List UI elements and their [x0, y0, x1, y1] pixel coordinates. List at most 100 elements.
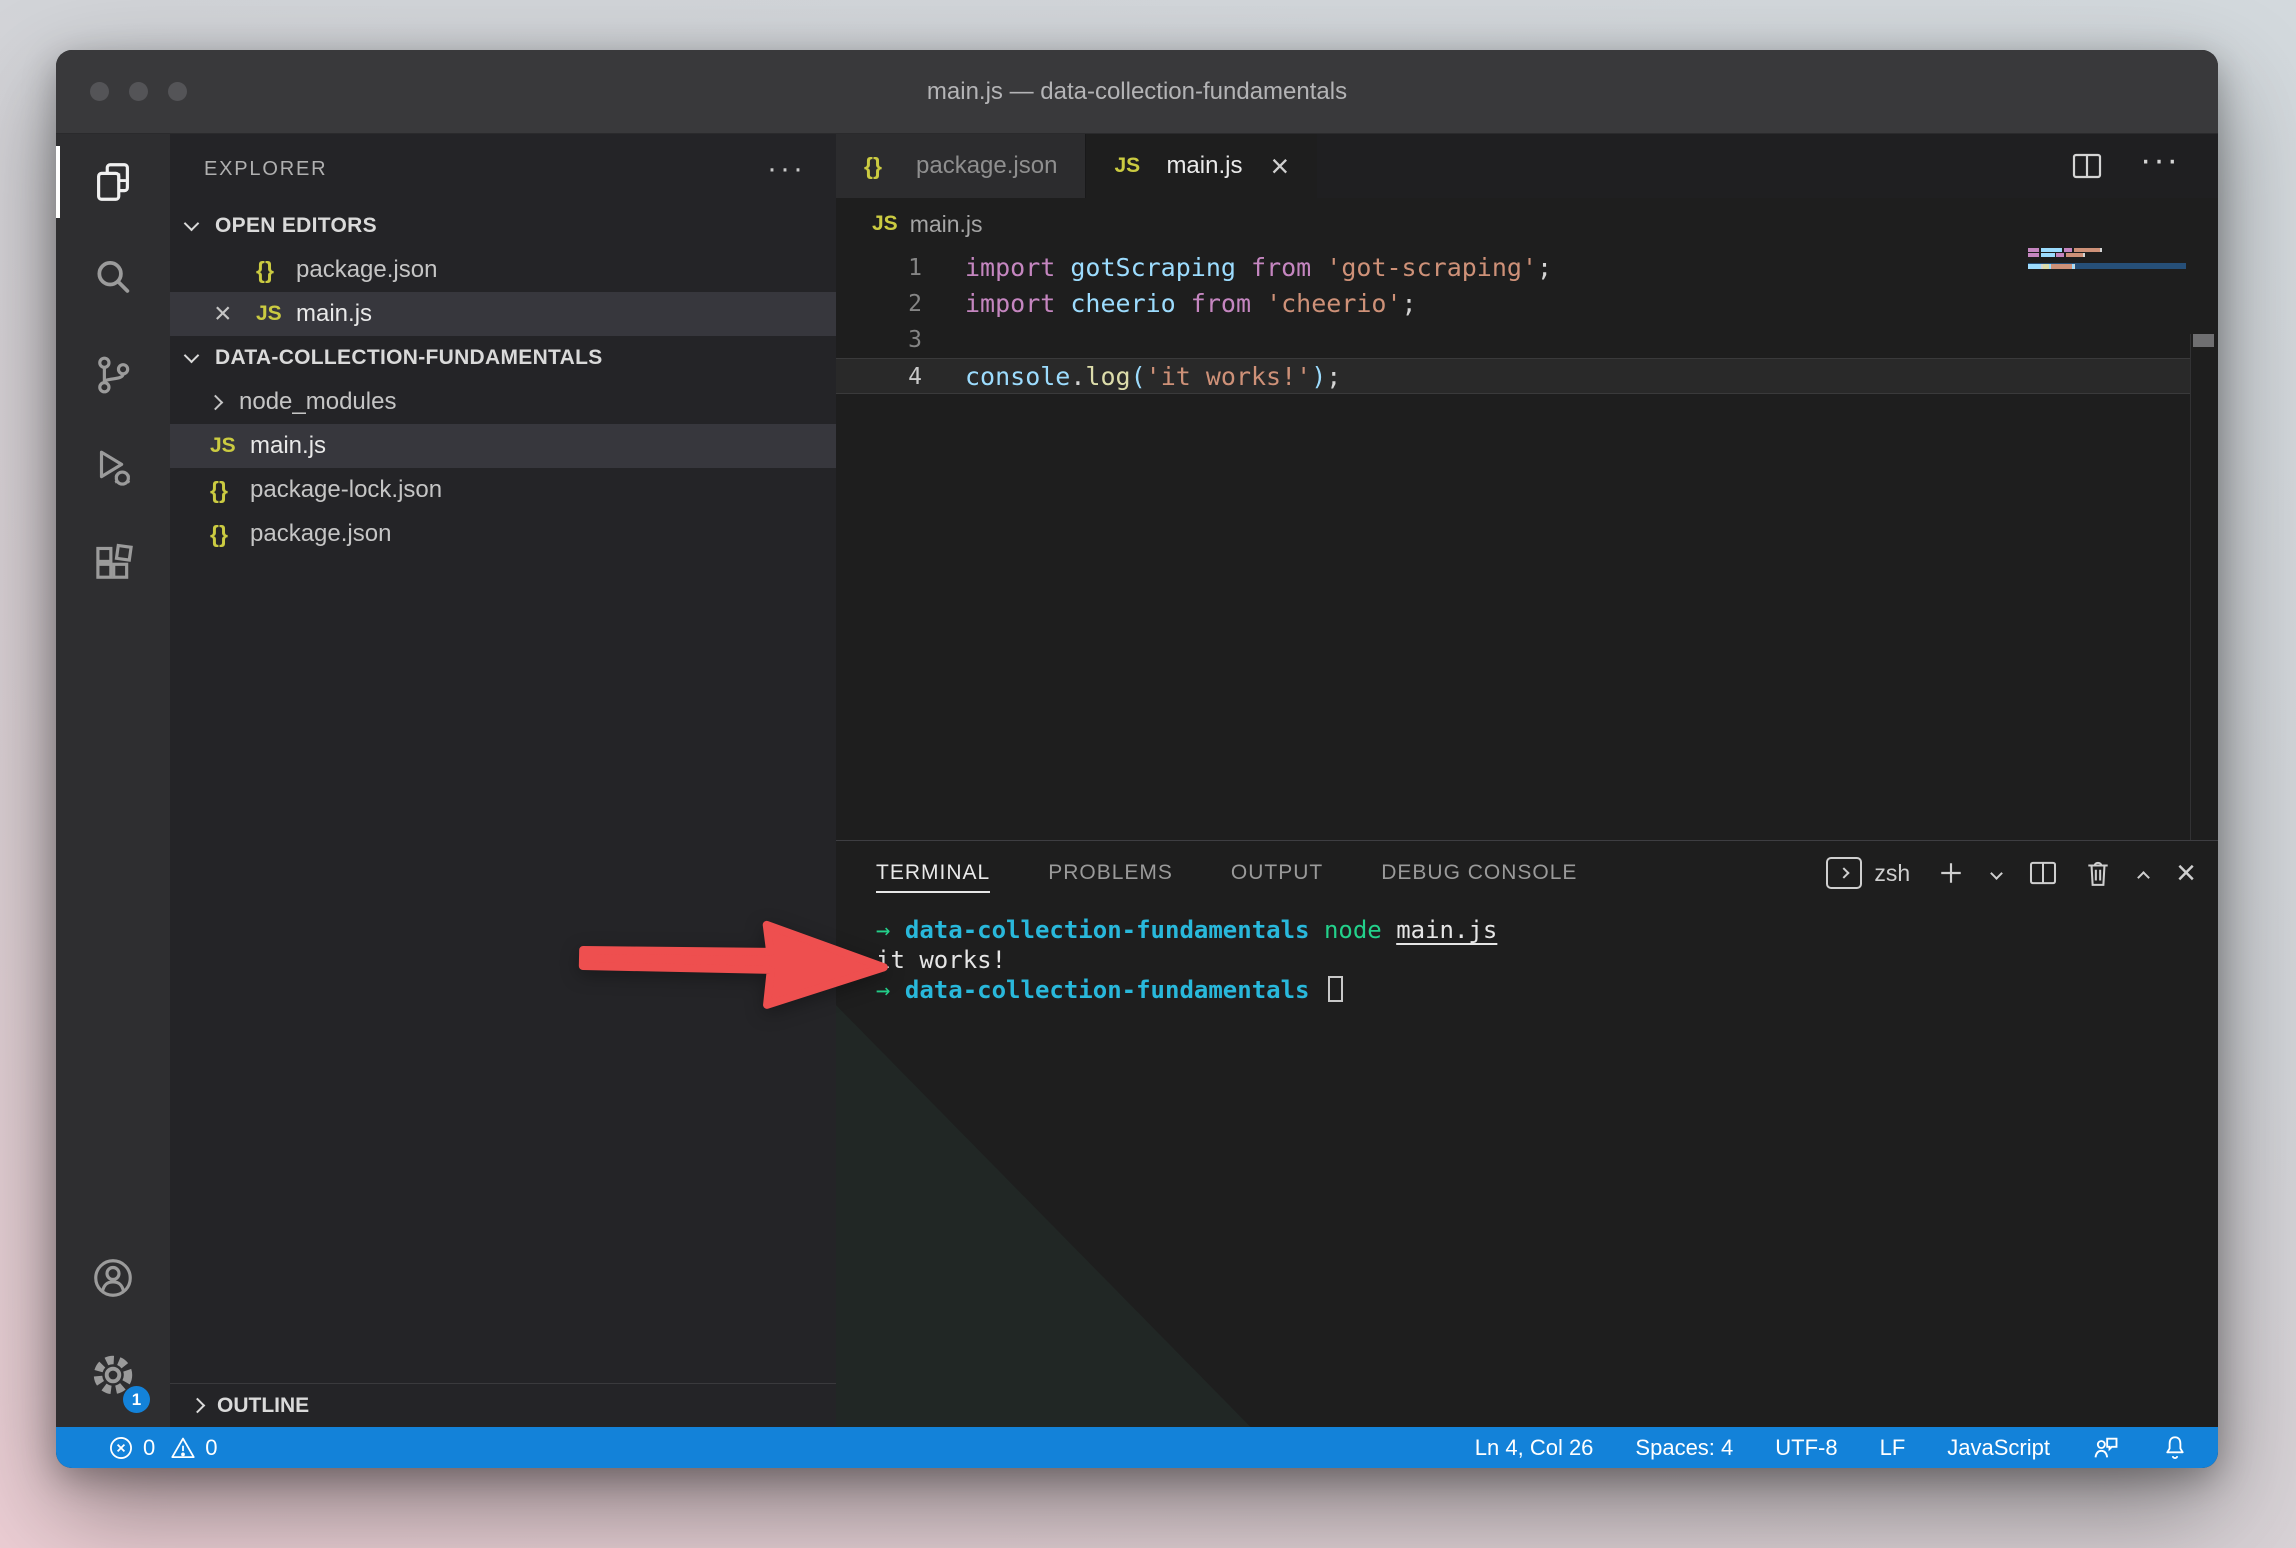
open-editors-list: {}package.json×JSmain.js: [170, 248, 836, 336]
status-right: Ln 4, Col 26 Spaces: 4 UTF-8 LF JavaScript: [1475, 1434, 2188, 1462]
panel-header: TERMINALPROBLEMSOUTPUTDEBUG CONSOLE zsh: [836, 841, 2218, 905]
file-label: node_modules: [239, 388, 396, 416]
feedback-icon[interactable]: [2092, 1434, 2120, 1462]
tab-package.json[interactable]: {} package.json: [836, 134, 1086, 198]
terminal-cursor: [1328, 976, 1343, 1002]
code-text: [922, 322, 965, 358]
terminal-dropdown-icon[interactable]: [1990, 867, 2003, 880]
file-tree: node_modulesJSmain.js{}package-lock.json…: [170, 380, 836, 556]
status-item-javascript[interactable]: JavaScript: [1947, 1435, 2050, 1461]
tree-item-node_modules[interactable]: node_modules: [170, 380, 836, 424]
panel-tab-output[interactable]: OUTPUT: [1231, 841, 1323, 905]
minimize-window-button[interactable]: [129, 82, 148, 101]
split-terminal-icon[interactable]: [2029, 861, 2057, 885]
code-line-3[interactable]: 3: [836, 322, 2191, 358]
extensions-icon[interactable]: [56, 529, 170, 601]
status-item-spaces-4[interactable]: Spaces: 4: [1635, 1435, 1733, 1461]
desktop-background: main.js — data-collection-fundamentals: [0, 0, 2296, 1548]
js-file-icon: JS: [256, 302, 296, 326]
window-title: main.js — data-collection-fundamentals: [927, 78, 1347, 106]
file-label: main.js: [250, 432, 326, 460]
explorer-icon[interactable]: [56, 146, 170, 218]
tab-label: package.json: [916, 152, 1057, 180]
terminal-line: it works!: [876, 945, 2198, 975]
search-icon[interactable]: [56, 242, 170, 314]
scrollbar-thumb[interactable]: [2193, 334, 2214, 347]
tree-item-package.json[interactable]: {}package.json: [170, 512, 836, 556]
titlebar: main.js — data-collection-fundamentals: [56, 50, 2218, 134]
editor-area: {}package.jsonJSmain.js× ··· JS main.js …: [836, 134, 2218, 1427]
code-text: console.log('it works!');: [922, 359, 1341, 393]
tab-main.js[interactable]: JSmain.js×: [1086, 134, 1317, 198]
code-line-2[interactable]: 2import cheerio from 'cheerio';: [836, 286, 2191, 322]
kill-terminal-trash-icon[interactable]: [2085, 859, 2111, 887]
status-item-utf-8[interactable]: UTF-8: [1775, 1435, 1837, 1461]
activity-bar: 1: [56, 134, 170, 1427]
code-line-1[interactable]: 1import gotScraping from 'got-scraping';: [836, 250, 2191, 286]
line-number: 4: [836, 359, 922, 393]
js-file-icon: JS: [872, 212, 898, 236]
terminal-toolbar: zsh ×: [1826, 857, 2196, 889]
code-editor[interactable]: 1import gotScraping from 'got-scraping';…: [836, 250, 2191, 840]
vscode-window: main.js — data-collection-fundamentals: [56, 50, 2218, 1468]
line-number: 2: [836, 286, 922, 322]
terminal-output[interactable]: → data-collection-fundamentals node main…: [876, 905, 2198, 1427]
tree-item-package-lock.json[interactable]: {}package-lock.json: [170, 468, 836, 512]
problems-status[interactable]: 0 0: [108, 1435, 218, 1461]
file-label: package.json: [296, 256, 437, 284]
open-editor-main.js[interactable]: ×JSmain.js: [170, 292, 836, 336]
close-window-button[interactable]: [90, 82, 109, 101]
chevron-right-icon: [208, 394, 224, 410]
zoom-window-button[interactable]: [168, 82, 187, 101]
code-text: import gotScraping from 'got-scraping';: [922, 250, 1552, 286]
chevron-down-icon: [184, 347, 200, 363]
json-file-icon: {}: [210, 477, 250, 504]
breadcrumb[interactable]: JS main.js: [836, 198, 2218, 250]
status-item-ln-4-col-26[interactable]: Ln 4, Col 26: [1475, 1435, 1594, 1461]
tab-label: main.js: [1166, 152, 1242, 180]
editor-tab-bar: {} package.json JSmain.js× ···: [836, 134, 2218, 198]
notifications-bell-icon[interactable]: [2162, 1434, 2188, 1462]
workbench: 1 EXPLORER ··· OPEN EDITORS {}package.js…: [56, 134, 2218, 1427]
sidebar-rows: OPEN EDITORS {}package.json×JSmain.js DA…: [170, 204, 836, 556]
source-control-icon[interactable]: [56, 339, 170, 411]
sidebar-header: EXPLORER ···: [170, 134, 836, 204]
error-count: 0: [143, 1435, 155, 1461]
editor-actions: ···: [2072, 134, 2218, 198]
settings-badge: 1: [123, 1386, 150, 1413]
panel-tab-problems[interactable]: PROBLEMS: [1048, 841, 1173, 905]
maximize-panel-icon[interactable]: [2137, 871, 2150, 884]
panel-tab-debug-console[interactable]: DEBUG CONSOLE: [1381, 841, 1577, 905]
settings-gear-icon[interactable]: 1: [56, 1339, 170, 1411]
minimap-border: [2190, 334, 2191, 840]
file-label: main.js: [296, 300, 372, 328]
warning-count: 0: [205, 1435, 217, 1461]
terminal-line: → data-collection-fundamentals node main…: [876, 915, 2198, 945]
code-text: import cheerio from 'cheerio';: [922, 286, 1417, 322]
folder-section-header[interactable]: DATA-COLLECTION-FUNDAMENTALS: [170, 336, 836, 380]
open-editors-section-header[interactable]: OPEN EDITORS: [170, 204, 836, 248]
account-icon[interactable]: [56, 1242, 170, 1314]
tree-item-main.js[interactable]: JSmain.js: [170, 424, 836, 468]
js-file-icon: JS: [210, 434, 250, 458]
open-editor-package.json[interactable]: {}package.json: [170, 248, 836, 292]
panel-tab-terminal[interactable]: TERMINAL: [876, 841, 990, 905]
line-number: 1: [836, 250, 922, 286]
errors-icon: [108, 1435, 134, 1461]
status-bar: 0 0 Ln 4, Col 26 Spaces: 4 UTF-8 LF JavaScri…: [56, 1427, 2218, 1468]
warnings-icon: [170, 1435, 196, 1461]
json-file-icon: {}: [210, 521, 250, 548]
json-file-icon: {}: [256, 257, 296, 284]
code-line-4[interactable]: 4console.log('it works!');: [836, 358, 2191, 394]
close-icon[interactable]: ×: [214, 297, 256, 331]
sidebar-title: EXPLORER: [204, 158, 327, 181]
file-label: package.json: [250, 520, 391, 548]
status-item-lf[interactable]: LF: [1880, 1435, 1906, 1461]
json-file-icon: {}: [864, 153, 904, 180]
split-editor-icon[interactable]: [2072, 153, 2102, 179]
run-and-debug-icon[interactable]: [56, 432, 170, 504]
new-terminal-icon[interactable]: [1938, 860, 1964, 886]
terminal-line: → data-collection-fundamentals: [876, 975, 2198, 1005]
terminal-panel: TERMINALPROBLEMSOUTPUTDEBUG CONSOLE zsh: [836, 840, 2218, 1427]
outline-section-header[interactable]: OUTLINE: [170, 1383, 836, 1427]
